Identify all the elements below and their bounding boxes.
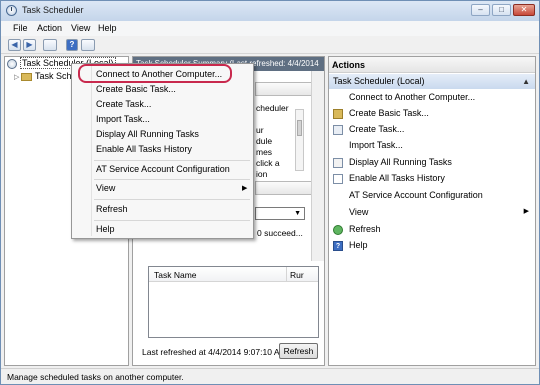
summary-scrollbar[interactable] bbox=[311, 71, 324, 261]
status-text: Manage scheduled tasks on another comput… bbox=[7, 372, 184, 382]
clock-icon bbox=[7, 58, 17, 69]
actions-group-label: Task Scheduler (Local) bbox=[333, 76, 425, 86]
actions-group-header[interactable]: Task Scheduler (Local) ▲ bbox=[329, 74, 535, 89]
last-refreshed-text: Last refreshed at 4/4/2014 9:07:10 AM bbox=[142, 347, 287, 357]
action-item[interactable]: Enable All Tasks History bbox=[349, 173, 445, 183]
toolbar: ◀ ▶ ? bbox=[1, 36, 539, 54]
refresh-icon bbox=[333, 225, 343, 235]
context-menu: Connect to Another Computer... Create Bas… bbox=[71, 63, 254, 239]
menu-separator bbox=[94, 160, 250, 161]
context-menu-item[interactable]: Create Task... bbox=[96, 99, 151, 109]
menu-gutter bbox=[91, 66, 92, 236]
actions-title: Actions bbox=[329, 57, 535, 73]
overview-scrollbar[interactable] bbox=[295, 109, 304, 171]
actions-pane: Actions Task Scheduler (Local) ▲ Connect… bbox=[328, 56, 536, 366]
action-item[interactable]: Display All Running Tasks bbox=[349, 157, 452, 167]
scrollbar-thumb[interactable] bbox=[297, 120, 302, 136]
action-item[interactable]: Refresh bbox=[349, 224, 381, 234]
action-item[interactable]: Create Basic Task... bbox=[349, 108, 429, 118]
back-arrow-icon[interactable]: ◀ bbox=[8, 39, 21, 51]
display-icon bbox=[333, 158, 343, 168]
menu-separator bbox=[94, 199, 250, 200]
action-item[interactable]: Connect to Another Computer... bbox=[349, 92, 475, 102]
title-bar[interactable]: Task Scheduler – □ ✕ bbox=[1, 1, 539, 21]
chevron-down-icon: ▼ bbox=[294, 210, 301, 217]
active-tasks-list[interactable]: Task Name Rur bbox=[148, 266, 319, 338]
action-item[interactable]: AT Service Account Configuration bbox=[349, 190, 483, 200]
minimize-button[interactable]: – bbox=[471, 4, 490, 16]
context-menu-item[interactable]: Refresh bbox=[96, 204, 128, 214]
context-menu-item[interactable]: Help bbox=[96, 224, 115, 234]
submenu-arrow-icon: ▶ bbox=[242, 185, 248, 192]
forward-arrow-icon[interactable]: ▶ bbox=[23, 39, 36, 51]
menu-separator bbox=[94, 179, 250, 180]
menu-view[interactable]: View bbox=[71, 23, 90, 33]
show-hide-console-tree-icon[interactable] bbox=[43, 39, 57, 51]
context-menu-item[interactable]: AT Service Account Configuration bbox=[96, 164, 230, 174]
window-title: Task Scheduler bbox=[22, 5, 84, 15]
chevron-up-icon: ▲ bbox=[522, 77, 530, 86]
history-icon bbox=[333, 174, 343, 184]
overview-text: cheduler ur dule mes click a ion bbox=[256, 103, 289, 179]
menu-help[interactable]: Help bbox=[98, 23, 117, 33]
action-item[interactable]: Import Task... bbox=[349, 140, 403, 150]
close-button[interactable]: ✕ bbox=[513, 4, 535, 16]
menu-action[interactable]: Action bbox=[37, 23, 62, 33]
context-menu-item[interactable]: Enable All Tasks History bbox=[96, 144, 192, 154]
submenu-arrow-icon: ▶ bbox=[523, 208, 529, 215]
list-header: Task Name Rur bbox=[149, 267, 318, 282]
action-item[interactable]: View bbox=[349, 207, 368, 217]
menu-separator bbox=[94, 220, 250, 221]
menu-bar: File Action View Help bbox=[1, 21, 539, 36]
context-menu-item[interactable]: View bbox=[96, 183, 115, 193]
column-header-run[interactable]: Rur bbox=[290, 270, 304, 280]
help-icon[interactable]: ? bbox=[66, 39, 78, 51]
task-scheduler-window: Task Scheduler – □ ✕ File Action View He… bbox=[0, 0, 540, 385]
show-hide-action-pane-icon[interactable] bbox=[81, 39, 95, 51]
menu-file[interactable]: File bbox=[13, 23, 28, 33]
highlight-annotation bbox=[78, 64, 232, 83]
action-item[interactable]: Help bbox=[349, 240, 368, 250]
task-icon bbox=[333, 125, 343, 135]
status-period-select[interactable]: ▼ bbox=[255, 207, 305, 220]
context-menu-item[interactable]: Display All Running Tasks bbox=[96, 129, 199, 139]
action-item[interactable]: Create Task... bbox=[349, 124, 404, 134]
folder-icon bbox=[21, 72, 32, 81]
status-bar: Manage scheduled tasks on another comput… bbox=[1, 368, 539, 384]
refresh-button[interactable]: Refresh bbox=[279, 343, 318, 359]
task-status-summary: 0 succeed... bbox=[257, 228, 303, 238]
clock-icon bbox=[6, 5, 17, 16]
column-header-task-name[interactable]: Task Name bbox=[154, 270, 197, 280]
help-icon: ? bbox=[333, 241, 343, 251]
folder-icon bbox=[333, 109, 343, 119]
maximize-button[interactable]: □ bbox=[492, 4, 511, 16]
context-menu-item[interactable]: Import Task... bbox=[96, 114, 150, 124]
column-divider[interactable] bbox=[286, 267, 287, 282]
context-menu-item[interactable]: Create Basic Task... bbox=[96, 84, 176, 94]
expand-arrow-icon[interactable]: ▷ bbox=[14, 73, 21, 81]
